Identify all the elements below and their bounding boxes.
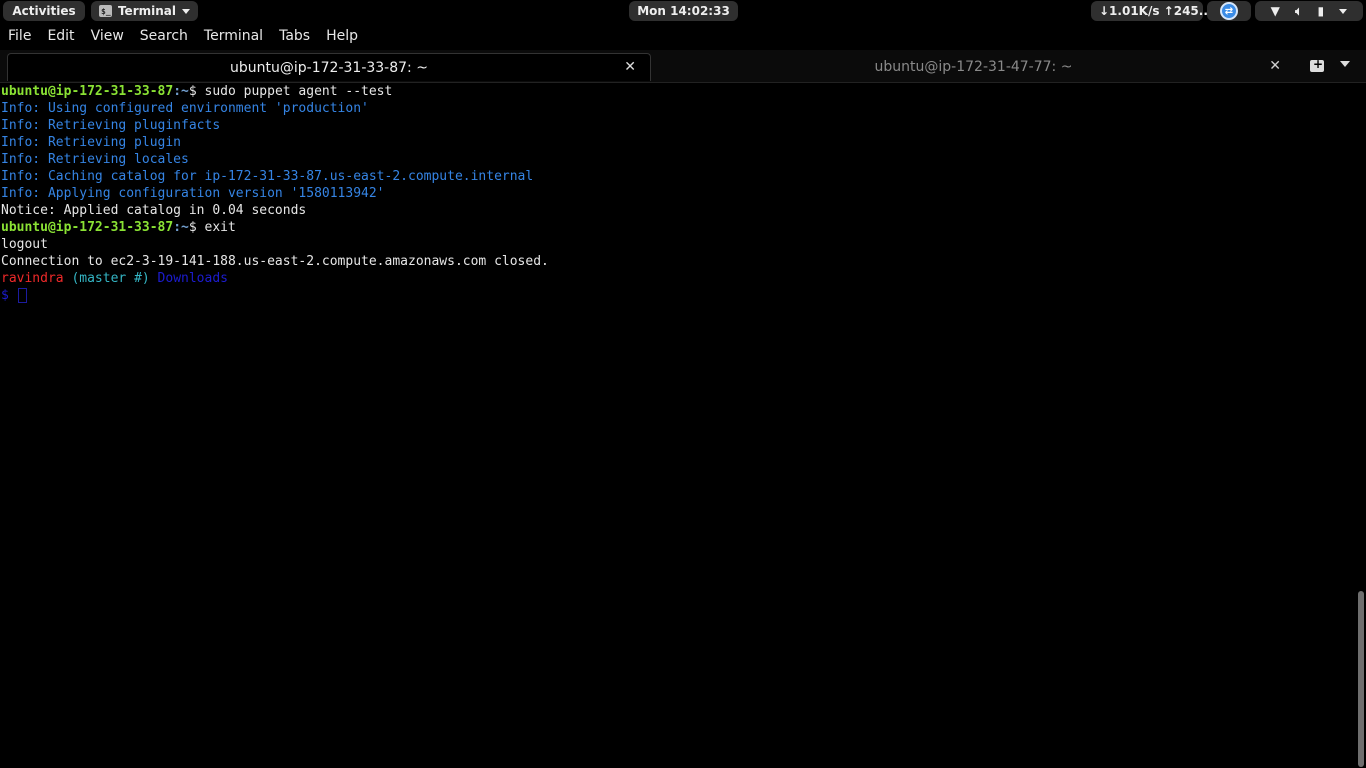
activities-label: Activities [12,4,76,18]
terminal-line: Info: Retrieving pluginfacts [1,118,221,133]
local-prompt: $ [1,288,17,303]
terminal-line: Info: Applying configuration version '15… [1,186,385,201]
command-text: exit [204,220,236,235]
new-tab-button[interactable] [1306,57,1328,75]
menu-terminal[interactable]: Terminal [196,22,271,50]
prompt-path: :~ [173,220,189,235]
terminal-icon: $_ [99,5,112,17]
system-menu-button[interactable]: ▼ 🔈︎ ▮ [1255,1,1363,21]
chevron-down-icon [182,8,190,14]
terminal-line: Info: Caching catalog for ip-172-31-33-8… [1,169,534,184]
volume-icon: 🔈︎ [1295,3,1303,18]
chevron-down-icon [1339,8,1348,14]
prompt-user-host: ubuntu@ip-172-31-33-87 [1,84,174,99]
teamviewer-indicator[interactable]: ⇄ [1207,1,1251,21]
terminal-line: ravindra (master #) Downloads [1,270,1356,287]
terminal-output[interactable]: ubuntu@ip-172-31-33-87:~$ sudo puppet ag… [0,83,1356,768]
clock-button[interactable]: Mon 14:02:33 [629,1,738,21]
terminal-line: $ [1,287,1356,304]
terminal-line: ubuntu@ip-172-31-33-87:~$ sudo puppet ag… [1,83,1356,100]
terminal-line: Connection to ec2-3-19-141-188.us-east-2… [1,254,549,269]
menu-view[interactable]: View [83,22,132,50]
close-icon[interactable]: ✕ [1269,58,1281,74]
chevron-down-icon [1340,61,1350,67]
git-branch: (master #) [63,271,150,286]
netspeed-indicator[interactable]: ↓1.01K/s ↑245... [1091,1,1212,21]
menu-file[interactable]: File [0,22,39,50]
close-icon[interactable]: ✕ [624,59,636,75]
netspeed-label: ↓1.01K/s ↑245... [1099,4,1213,18]
prompt-symbol: $ [188,84,205,99]
local-user: ravindra [1,271,64,286]
terminal-line: logout [1,237,48,252]
prompt-user-host: ubuntu@ip-172-31-33-87 [1,220,174,235]
tab-ip-172-31-33-87[interactable]: ubuntu@ip-172-31-33-87: ~ ✕ [7,53,651,81]
app-menu-button[interactable]: $_ Terminal [91,1,198,21]
tab-title: ubuntu@ip-172-31-47-77: ~ [874,59,1073,75]
top-panel: Activities $_ Terminal Mon 14:02:33 ↓1.0… [0,0,1366,22]
menu-search[interactable]: Search [132,22,196,50]
terminal-line: Info: Using configured environment 'prod… [1,101,369,116]
tab-ip-172-31-47-77[interactable]: ubuntu@ip-172-31-47-77: ~ ✕ [652,53,1295,81]
prompt-symbol: $ [188,220,205,235]
wifi-icon: ▼ [1270,4,1280,18]
new-tab-icon [1310,57,1324,72]
tabs-menu-button[interactable] [1340,61,1350,67]
terminal-cursor [17,288,27,303]
terminal-line: Info: Retrieving locales [1,152,189,167]
scrollbar[interactable] [1356,83,1366,768]
battery-icon: ▮ [1317,4,1325,18]
app-menu-label: Terminal [117,4,176,18]
menu-edit[interactable]: Edit [39,22,82,50]
scrollbar-thumb[interactable] [1358,591,1364,767]
terminal-line: Notice: Applied catalog in 0.04 seconds [1,203,307,218]
command-text: sudo puppet agent --test [204,84,393,99]
teamviewer-icon: ⇄ [1220,2,1238,20]
terminal-line: ubuntu@ip-172-31-33-87:~$ exit [1,219,1356,236]
prompt-path: :~ [173,84,189,99]
local-dir: Downloads [149,271,228,286]
clock-label: Mon 14:02:33 [637,4,730,18]
terminal-line: Info: Retrieving plugin [1,135,182,150]
activities-button[interactable]: Activities [3,1,85,21]
menu-help[interactable]: Help [318,22,366,50]
menu-tabs[interactable]: Tabs [271,22,318,50]
menubar: File Edit View Search Terminal Tabs Help [0,22,1366,50]
tab-title: ubuntu@ip-172-31-33-87: ~ [230,59,428,76]
tab-bar: ubuntu@ip-172-31-33-87: ~ ✕ ubuntu@ip-17… [0,50,1366,83]
